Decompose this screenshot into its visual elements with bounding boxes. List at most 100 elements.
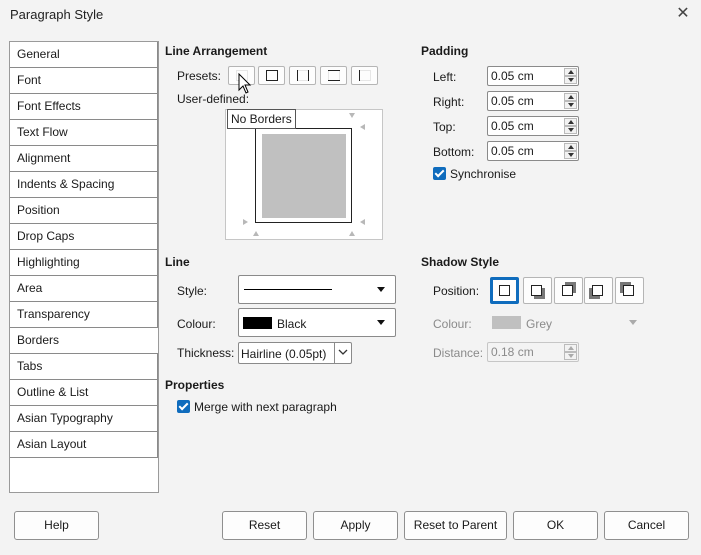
synchronise-checkbox[interactable] [433, 167, 446, 180]
arrow-up-icon [349, 231, 355, 236]
shadow-distance-value[interactable]: 0.18 cm [491, 345, 534, 359]
sidebar-item-outline-list[interactable]: Outline & List [10, 380, 158, 406]
shadow-bottom-left-icon [592, 285, 603, 296]
decrement-icon[interactable] [564, 101, 577, 109]
line-heading: Line [165, 255, 190, 269]
preset-left-border-button[interactable] [351, 66, 378, 85]
sidebar-item-asian-typography[interactable]: Asian Typography [10, 406, 158, 432]
padding-heading: Padding [421, 44, 469, 58]
line-colour-label: Colour: [177, 317, 216, 331]
shadow-bottom-left-button[interactable] [584, 277, 613, 304]
border-preview-fill [262, 134, 346, 218]
sidebar-item-transparency[interactable]: Transparency [10, 302, 158, 328]
shadow-colour-value: Grey [526, 317, 553, 331]
padding-bottom-spinner[interactable]: 0.05 cm [487, 141, 579, 161]
increment-icon[interactable] [564, 93, 577, 101]
shadow-style-heading: Shadow Style [421, 255, 500, 269]
sidebar-item-font-effects[interactable]: Font Effects [10, 94, 158, 120]
decrement-icon[interactable] [564, 352, 577, 360]
decrement-icon[interactable] [564, 126, 577, 134]
shadow-position-label: Position: [433, 284, 480, 298]
padding-left-label: Left: [433, 70, 457, 84]
shadow-distance-label: Distance: [433, 346, 484, 360]
line-thickness-value: Hairline (0.05pt) [241, 347, 327, 361]
line-style-dropdown[interactable] [238, 275, 396, 304]
padding-top-spinner[interactable]: 0.05 cm [487, 116, 579, 136]
sidebar-item-alignment[interactable]: Alignment [10, 146, 158, 172]
chevron-down-icon [338, 349, 348, 355]
line-style-label: Style: [177, 284, 208, 298]
sidebar-item-asian-layout[interactable]: Asian Layout [10, 432, 158, 458]
shadow-colour-dropdown[interactable]: Grey [488, 312, 643, 334]
sidebar-item-highlighting[interactable]: Highlighting [10, 250, 158, 276]
increment-icon[interactable] [564, 68, 577, 76]
sidebar-item-font[interactable]: Font [10, 68, 158, 94]
shadow-colour-label: Colour: [433, 317, 472, 331]
cancel-button[interactable]: Cancel [604, 511, 689, 540]
left-border-icon [359, 70, 371, 81]
no-shadow-icon [499, 285, 510, 296]
colour-swatch [243, 317, 272, 329]
padding-right-value[interactable]: 0.05 cm [491, 94, 534, 108]
line-colour-dropdown[interactable]: Black [238, 308, 396, 337]
line-style-preview [244, 289, 332, 290]
decrement-icon[interactable] [564, 76, 577, 84]
help-button[interactable]: Help [14, 511, 99, 540]
thickness-dropdown-toggle[interactable] [334, 343, 351, 363]
shadow-none-button[interactable] [490, 277, 519, 304]
top-bottom-borders-icon [328, 70, 340, 81]
increment-icon[interactable] [564, 344, 577, 352]
chevron-down-icon [377, 320, 385, 325]
reset-button[interactable]: Reset [222, 511, 307, 540]
merge-label[interactable]: Merge with next paragraph [194, 400, 337, 414]
padding-left-spinner[interactable]: 0.05 cm [487, 66, 579, 86]
sidebar-item-tabs[interactable]: Tabs [10, 354, 158, 380]
reset-to-parent-button[interactable]: Reset to Parent [404, 511, 507, 540]
apply-button[interactable]: Apply [313, 511, 398, 540]
padding-top-value[interactable]: 0.05 cm [491, 119, 534, 133]
shadow-bottom-right-button[interactable] [523, 277, 552, 304]
padding-right-label: Right: [433, 95, 465, 109]
preset-top-bottom-borders-button[interactable] [320, 66, 347, 85]
padding-left-value[interactable]: 0.05 cm [491, 69, 534, 83]
increment-icon[interactable] [564, 118, 577, 126]
sidebar-item-text-flow[interactable]: Text Flow [10, 120, 158, 146]
sidebar-item-drop-caps[interactable]: Drop Caps [10, 224, 158, 250]
padding-top-label: Top: [433, 120, 456, 134]
preset-all-borders-button[interactable] [258, 66, 285, 85]
presets-label: Presets: [177, 69, 222, 83]
all-borders-icon [266, 70, 278, 81]
chevron-down-icon [629, 320, 637, 325]
sidebar-item-indents-spacing[interactable]: Indents & Spacing [10, 172, 158, 198]
close-icon[interactable]: ✕ [671, 3, 695, 25]
mouse-pointer-icon [238, 73, 252, 94]
decrement-icon[interactable] [564, 151, 577, 159]
ok-button[interactable]: OK [513, 511, 598, 540]
sidebar-item-borders[interactable]: Borders [10, 328, 158, 354]
preset-left-right-borders-button[interactable] [289, 66, 316, 85]
shadow-top-left-button[interactable] [615, 277, 644, 304]
tooltip: No Borders [227, 109, 296, 129]
line-colour-value: Black [277, 317, 307, 331]
arrow-left-icon [360, 219, 365, 225]
shadow-top-right-icon [562, 285, 573, 296]
properties-heading: Properties [165, 378, 225, 392]
synchronise-label[interactable]: Synchronise [450, 167, 516, 181]
shadow-top-right-button[interactable] [554, 277, 583, 304]
line-thickness-dropdown[interactable]: Hairline (0.05pt) [238, 342, 352, 364]
padding-right-spinner[interactable]: 0.05 cm [487, 91, 579, 111]
arrow-left-icon [360, 124, 365, 130]
increment-icon[interactable] [564, 143, 577, 151]
arrow-right-icon [243, 219, 248, 225]
sidebar-item-position[interactable]: Position [10, 198, 158, 224]
sidebar-item-general[interactable]: General [10, 42, 158, 68]
chevron-down-icon [377, 287, 385, 292]
sidebar-item-area[interactable]: Area [10, 276, 158, 302]
merge-checkbox[interactable] [177, 400, 190, 413]
title-bar: Paragraph Style ✕ [0, 0, 701, 30]
padding-bottom-value[interactable]: 0.05 cm [491, 144, 534, 158]
shadow-top-left-icon [623, 285, 634, 296]
border-preview-frame [255, 128, 352, 223]
shadow-distance-spinner[interactable]: 0.18 cm [487, 342, 579, 362]
arrow-up-icon [253, 231, 259, 236]
